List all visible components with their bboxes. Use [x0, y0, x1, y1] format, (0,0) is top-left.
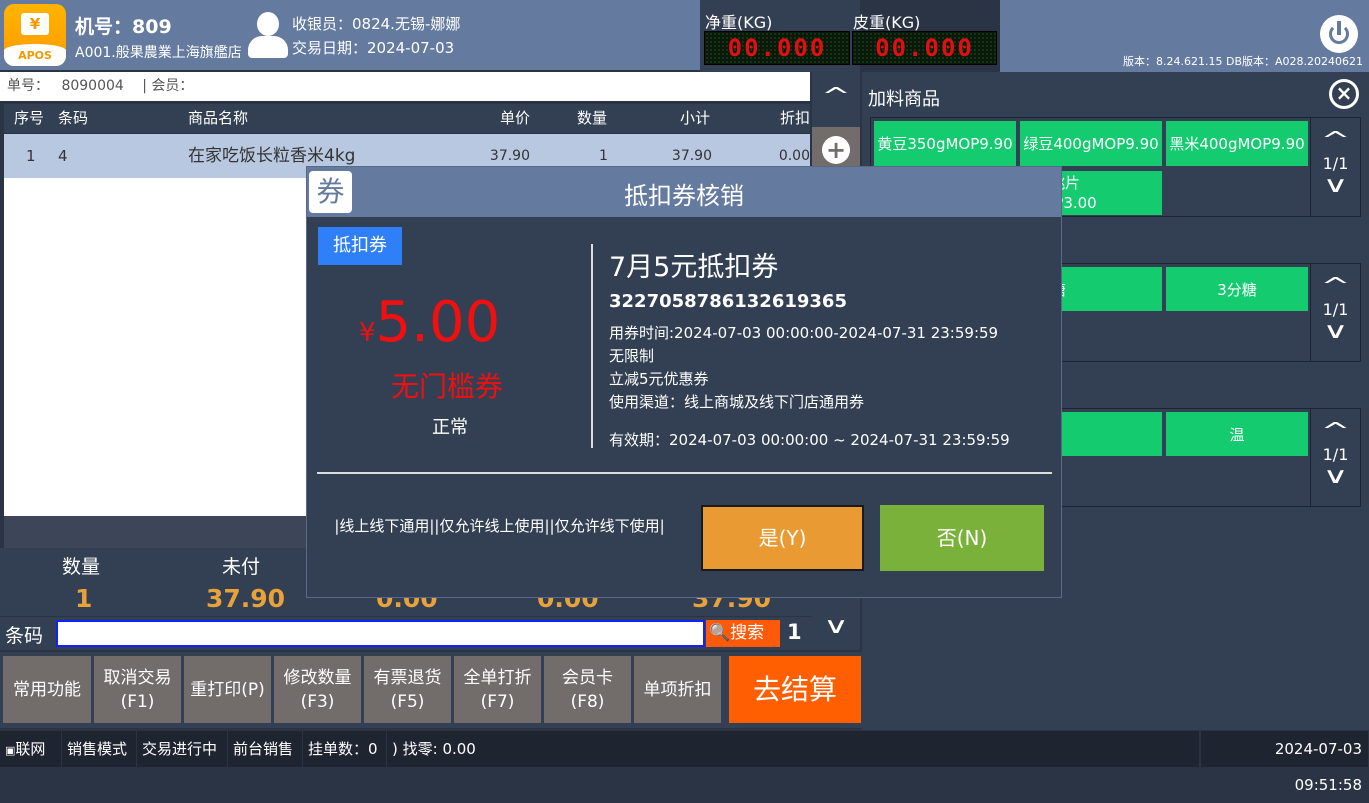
store-name: A001.般果農業上海旗艦店 — [75, 45, 242, 61]
search-label: 搜索 — [730, 623, 765, 643]
cashier: 收银员：0824.无锡-娜娜 — [292, 15, 461, 33]
net-weight-display: 00.000 — [704, 31, 850, 65]
qty-value: 1 — [75, 584, 93, 613]
col-index: 序号 — [14, 109, 45, 127]
page-indicator: 1/1 — [1322, 300, 1349, 319]
currency-symbol: ¥ — [359, 318, 376, 348]
order-no-label: 单号： — [7, 78, 49, 94]
unpaid-label: 未付 — [222, 556, 261, 578]
usage-time: 用券时间:2024-07-03 00:00:00-2024-07-31 23:5… — [609, 324, 999, 342]
col-price: 单价 — [499, 109, 530, 127]
coupon-details: 用券时间:2024-07-03 00:00:00-2024-07-31 23:5… — [609, 322, 998, 414]
page-up-icon[interactable]: ^ — [1296, 274, 1369, 300]
addon-item[interactable]: 3分糖 — [1166, 267, 1308, 311]
amount-value: 5.00 — [375, 290, 501, 355]
plus-icon: + — [822, 136, 850, 164]
order-discount-button[interactable]: 全单打折 (F7) — [454, 656, 541, 723]
barcode-input[interactable] — [56, 620, 705, 647]
row-barcode: 4 — [58, 147, 68, 165]
addon-item[interactable]: 黑米400gMOP9.90 — [1166, 121, 1308, 166]
page-up-icon[interactable]: ^ — [1296, 419, 1369, 445]
search-icon: 🔍 — [709, 623, 731, 643]
page-down-icon[interactable]: ∨ — [1296, 319, 1369, 345]
reprint-button[interactable]: 重打印(P) — [184, 656, 271, 723]
search-button[interactable]: 🔍搜索 — [706, 620, 780, 647]
addon-item[interactable]: 绿豆400gMOP9.90 — [1020, 121, 1162, 166]
cancel-transaction-button[interactable]: 取消交易 (F1) — [94, 656, 181, 723]
checkout-button[interactable]: 去结算 — [729, 656, 861, 723]
addon-item[interactable]: 温 — [1166, 412, 1308, 456]
close-addon-icon[interactable]: × — [1329, 79, 1359, 109]
status-mode: 销售模式 — [62, 731, 137, 767]
return-button[interactable]: 有票退货 (F5) — [364, 656, 451, 723]
status-transaction: 交易进行中 — [137, 731, 228, 767]
status-front: 前台销售 — [228, 731, 303, 767]
barcode-label: 条码 — [5, 625, 44, 647]
coupon-tag: 抵扣券 — [318, 227, 402, 265]
scroll-up-button[interactable]: ^ — [812, 84, 860, 110]
coupon-amount: ¥5.00 — [359, 290, 500, 355]
net-weight-label: 净重(KG) — [705, 13, 773, 32]
addon-title: 加料商品 — [868, 89, 940, 110]
qty-label: 数量 — [62, 556, 101, 578]
network-icon: ▣ — [5, 744, 16, 757]
barcode-row: 条码 🔍搜索 1 — [0, 617, 812, 650]
machine-number: 机号：809 — [75, 16, 172, 38]
tare-weight-display: 00.000 — [852, 31, 997, 65]
page-indicator: 1/1 — [1322, 154, 1349, 173]
page-indicator: 1/1 — [1322, 445, 1349, 464]
coupon-name: 7月5元抵扣券 — [609, 252, 779, 283]
addon-pager: ^ 1/1 ∨ — [1310, 409, 1360, 506]
logo-text: APOS — [4, 44, 66, 66]
table-header: 序号 条码 商品名称 单价 数量 小计 折扣 — [4, 104, 810, 133]
page-up-icon[interactable]: ^ — [1296, 128, 1369, 154]
status-network: 联网 — [15, 740, 46, 758]
member-card-button[interactable]: 会员卡 (F8) — [544, 656, 631, 723]
monitor-icon: ¥ — [21, 13, 49, 35]
coupon-type: 无门槛券 — [391, 370, 504, 403]
channel: 使用渠道：线上商城及线下门店通用券 — [609, 393, 865, 411]
barcode-count: 1 — [787, 620, 802, 644]
coupon-state: 正常 — [432, 417, 468, 438]
power-icon[interactable] — [1320, 15, 1358, 53]
validity: 有效期：2024-07-03 00:00:00 ~ 2024-07-31 23:… — [609, 431, 1010, 449]
coupon-code: 3227058786132619365 — [609, 291, 847, 312]
trade-date: 交易日期：2024-07-03 — [292, 39, 455, 57]
clock: 2024-07-03 09:51:58 — [1200, 731, 1369, 794]
col-barcode: 条码 — [58, 109, 89, 127]
addon-item[interactable]: 黄豆350gMOP9.90 — [874, 121, 1016, 166]
yes-button[interactable]: 是(Y) — [701, 505, 864, 571]
divider — [591, 244, 593, 448]
addon-pager: ^ 1/1 ∨ — [1310, 264, 1360, 361]
col-qty: 数量 — [577, 109, 608, 127]
channel-options: |线上线下通用||仅允许线上使用||仅允许线下使用| — [334, 517, 665, 535]
order-no: 8090004 — [61, 78, 124, 94]
status-held: 挂单数：0 — [303, 731, 387, 767]
status-change: ) 找零: 0.00 — [387, 731, 1200, 767]
scale-panel: 净重(KG) 00.000 — [700, 0, 860, 72]
coupon-dialog: 券 抵扣券核销 抵扣券 ¥5.00 无门槛券 正常 7月5元抵扣券 322705… — [306, 166, 1062, 598]
page-down-icon[interactable]: ∨ — [1296, 173, 1369, 199]
member-label: | 会员： — [142, 78, 194, 94]
benefit: 立减5元优惠券 — [609, 370, 709, 388]
dialog-title: 抵扣券核销 — [624, 182, 744, 210]
unpaid-value: 37.90 — [206, 584, 286, 613]
modify-qty-button[interactable]: 修改数量 (F3) — [274, 656, 361, 723]
version-info: 版本：8.24.621.15 DB版本：A028.20240621 — [1123, 55, 1363, 68]
no-button[interactable]: 否(N) — [880, 505, 1044, 571]
tare-weight-label: 皮重(KG) — [853, 13, 921, 32]
col-name: 商品名称 — [188, 109, 249, 127]
item-discount-button[interactable]: 单项折扣 — [634, 656, 721, 723]
col-subtotal: 小计 — [679, 109, 710, 127]
user-avatar-icon — [246, 12, 290, 58]
row-index: 1 — [26, 147, 36, 165]
separator — [317, 472, 1052, 474]
common-functions-button[interactable]: 常用功能 — [3, 656, 91, 723]
addon-pager: ^ 1/1 ∨ — [1310, 118, 1360, 216]
order-info: 单号： 8090004 | 会员： — [0, 72, 810, 101]
restriction: 无限制 — [609, 347, 655, 365]
page-down-icon[interactable]: ∨ — [1296, 464, 1369, 490]
apos-logo: ¥ APOS — [4, 4, 66, 66]
